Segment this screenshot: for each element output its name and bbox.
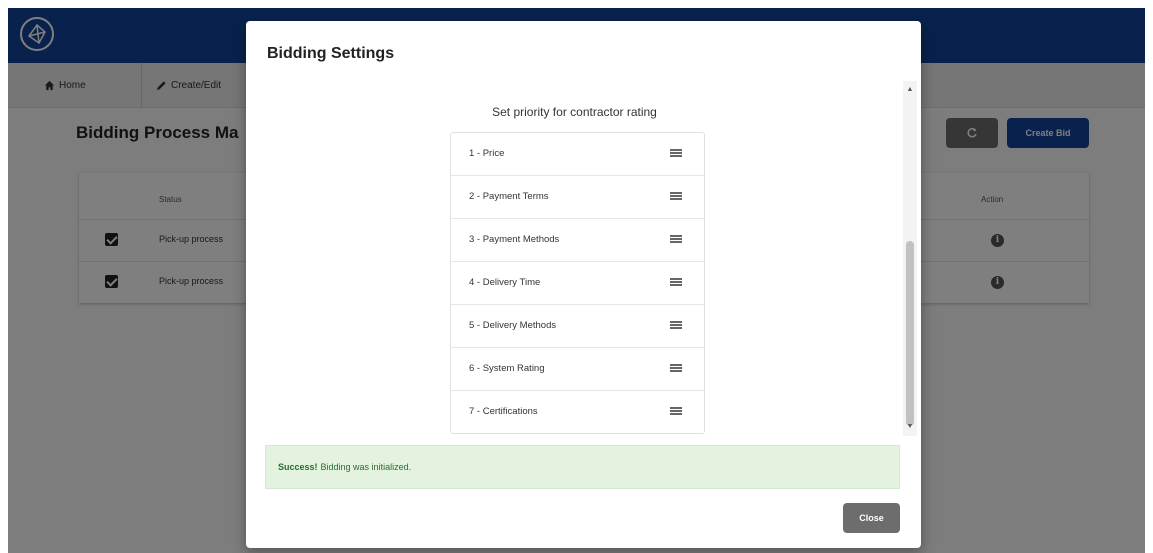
priority-item-label: 5 - Delivery Methods (469, 320, 557, 331)
priority-item-label: 3 - Payment Methods (469, 234, 560, 245)
priority-heading: Set priority for contractor rating (492, 105, 657, 119)
priority-item-payment-terms[interactable]: 2 - Payment Terms (451, 176, 704, 219)
drag-handle-icon[interactable] (670, 407, 682, 417)
modal-body: Set priority for contractor rating 1 - P… (246, 81, 921, 436)
priority-item-delivery-time[interactable]: 4 - Delivery Time (451, 262, 704, 305)
scroll-up-arrow-icon[interactable]: ▲ (903, 83, 917, 97)
priority-item-label: 7 - Certifications (469, 406, 538, 417)
drag-handle-icon[interactable] (670, 278, 682, 288)
modal-scrollbar[interactable]: ▲ ▼ (903, 81, 917, 436)
priority-item-label: 2 - Payment Terms (469, 191, 549, 202)
priority-list: 1 - Price 2 - Payment Terms 3 - Payment … (450, 132, 705, 434)
frame-border-left (0, 0, 8, 553)
frame-border-right (1145, 0, 1153, 553)
priority-item-label: 4 - Delivery Time (469, 277, 541, 288)
priority-item-system-rating[interactable]: 6 - System Rating (451, 348, 704, 391)
priority-item-certifications[interactable]: 7 - Certifications (451, 391, 704, 433)
priority-item-label: 1 - Price (469, 148, 505, 159)
priority-item-delivery-methods[interactable]: 5 - Delivery Methods (451, 305, 704, 348)
drag-handle-icon[interactable] (670, 321, 682, 331)
success-alert: Success! Bidding was initialized. (265, 445, 900, 489)
close-button[interactable]: Close (843, 503, 900, 533)
drag-handle-icon[interactable] (670, 192, 682, 202)
scroll-down-arrow-icon[interactable]: ▼ (903, 420, 917, 434)
drag-handle-icon[interactable] (670, 149, 682, 159)
priority-item-price[interactable]: 1 - Price (451, 133, 704, 176)
bidding-settings-modal: Bidding Settings Set priority for contra… (246, 21, 921, 548)
modal-title: Bidding Settings (267, 45, 395, 62)
scrollbar-thumb[interactable] (906, 241, 914, 426)
drag-handle-icon[interactable] (670, 364, 682, 374)
alert-strong-text: Success! (278, 462, 318, 472)
drag-handle-icon[interactable] (670, 235, 682, 245)
priority-item-label: 6 - System Rating (469, 363, 545, 374)
priority-item-payment-methods[interactable]: 3 - Payment Methods (451, 219, 704, 262)
frame-border-top (0, 0, 1153, 8)
alert-message: Bidding was initialized. (320, 462, 412, 472)
